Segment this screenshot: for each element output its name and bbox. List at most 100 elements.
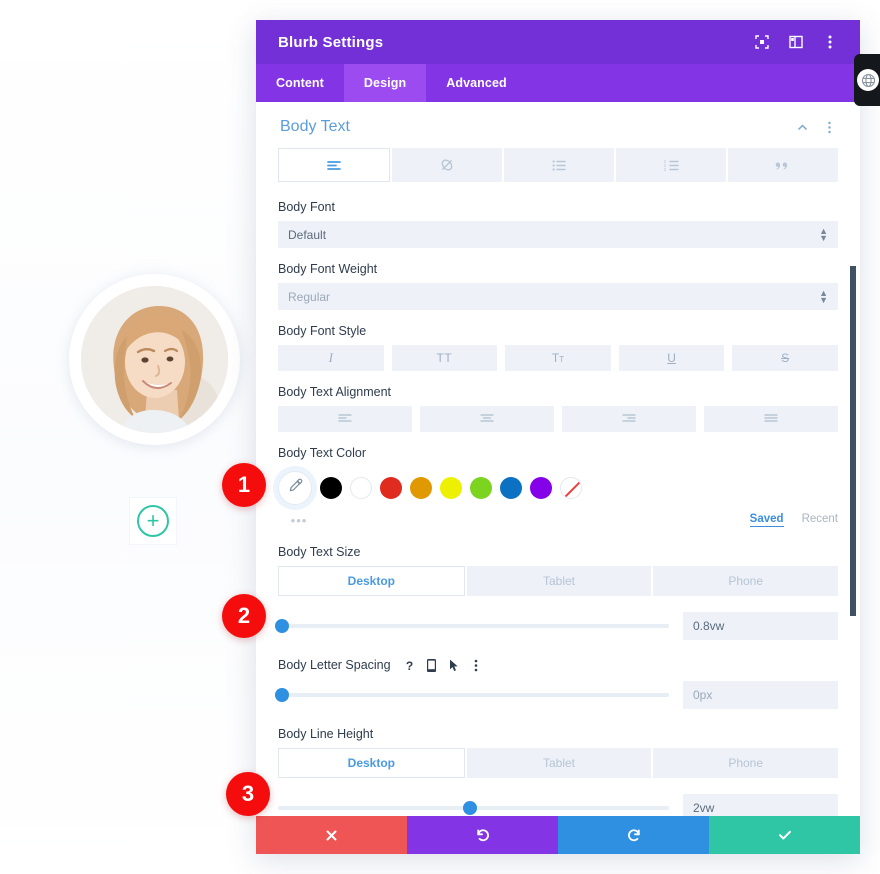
modal-tabbar: Content Design Advanced — [256, 64, 860, 102]
body-text-section-header: Body Text — [278, 102, 838, 148]
ordered-list-icon: 1 2 3 — [663, 159, 680, 172]
svg-text:3: 3 — [663, 167, 666, 172]
align-right-icon — [622, 410, 636, 428]
align-justify-button[interactable] — [704, 406, 838, 432]
body-text-size-slider[interactable] — [274, 619, 669, 633]
slider-track — [278, 693, 669, 698]
body-letter-spacing-label-text: Body Letter Spacing — [278, 658, 391, 672]
swatch-purple[interactable] — [530, 477, 552, 499]
strikethrough-button[interactable]: S — [732, 345, 838, 371]
body-text-size-value-input[interactable]: 0.8vw — [683, 612, 838, 640]
swatch-red[interactable] — [380, 477, 402, 499]
page-title: Blurb Settings — [278, 33, 384, 51]
swatch-none[interactable] — [560, 477, 582, 499]
page-preview-area: + — [0, 0, 256, 874]
device-tab-phone[interactable]: Phone — [653, 566, 839, 596]
device-tab-phone[interactable]: Phone — [653, 748, 839, 779]
hover-cursor-icon[interactable] — [446, 658, 461, 673]
swatch-orange[interactable] — [410, 477, 432, 499]
plus-icon: + — [146, 508, 160, 533]
field-body-line-height: Body Line Height Desktop Tablet Phone 2v… — [278, 727, 839, 816]
swatch-black[interactable] — [320, 477, 342, 499]
responsive-device-icon[interactable] — [424, 658, 439, 673]
body-line-height-label: Body Line Height — [278, 727, 374, 742]
tab-content[interactable]: Content — [256, 64, 344, 102]
swatch-blue[interactable] — [500, 477, 522, 499]
device-tab-tablet[interactable]: Tablet — [466, 748, 652, 779]
field-body-font-weight: Body Font Weight Regular ▲ ▼ — [278, 262, 838, 310]
uppercase-icon: TT — [436, 351, 453, 365]
toggle-ordered-list[interactable]: 1 2 3 — [616, 148, 726, 182]
annotation-badge-3: 3 — [226, 772, 270, 816]
cancel-button[interactable] — [256, 816, 407, 854]
body-letter-spacing-value: 0px — [693, 688, 713, 703]
body-line-height-slider[interactable] — [278, 801, 669, 816]
body-font-weight-select[interactable]: Regular ▲ ▼ — [278, 283, 838, 310]
globe-icon[interactable] — [857, 69, 879, 91]
align-left-button[interactable] — [278, 406, 412, 432]
slider-thumb[interactable] — [462, 801, 477, 816]
toggle-link[interactable] — [392, 148, 502, 182]
chevron-updown-icon: ▲ ▼ — [819, 287, 828, 305]
body-line-height-value-input[interactable]: 2vw — [683, 794, 838, 816]
underline-button[interactable]: U — [618, 345, 725, 371]
eyedropper-icon — [288, 478, 303, 498]
body-letter-spacing-slider[interactable] — [274, 688, 669, 703]
saved-colors-tab[interactable]: Saved — [749, 513, 784, 527]
body-text-color-label: Body Text Color — [278, 446, 367, 460]
body-font-select[interactable]: Default ▲ ▼ — [278, 221, 838, 248]
more-vertical-icon[interactable] — [822, 34, 838, 50]
device-tab-tablet[interactable]: Tablet — [466, 566, 652, 596]
color-more-dots-button[interactable]: ••• — [278, 513, 320, 528]
help-icon[interactable]: ? — [402, 658, 417, 673]
modal-scrollbar[interactable] — [850, 266, 856, 616]
toggle-blockquote[interactable] — [728, 148, 838, 182]
save-button[interactable] — [709, 816, 860, 854]
device-tab-desktop[interactable]: Desktop — [278, 748, 465, 779]
body-text-size-device-tabs: Desktop Tablet Phone — [278, 566, 839, 596]
field-body-letter-spacing: Body Letter Spacing ? 0px — [274, 658, 838, 710]
more-vertical-icon[interactable] — [468, 658, 483, 673]
screen-root: + Blurb Settings Content Design Advanced… — [0, 0, 880, 874]
header-icon-group — [754, 34, 838, 50]
swatch-green[interactable] — [470, 477, 492, 499]
add-module-button[interactable]: + — [137, 505, 169, 537]
section-more-vertical-icon[interactable] — [823, 121, 836, 134]
body-text-alignment-group — [278, 406, 838, 432]
italic-button[interactable]: I — [278, 345, 384, 371]
chevron-up-icon[interactable] — [796, 121, 809, 134]
body-letter-spacing-slider-row: 0px — [274, 681, 838, 710]
link-icon — [439, 157, 455, 173]
redo-button[interactable] — [558, 816, 709, 854]
italic-icon: I — [328, 350, 333, 365]
undo-button[interactable] — [407, 816, 558, 854]
toggle-paragraph[interactable] — [278, 148, 390, 182]
align-right-button[interactable] — [562, 406, 696, 432]
field-body-text-color: Body Text Color ••• Saved Recent — [278, 446, 838, 531]
layout-split-icon[interactable] — [788, 34, 804, 50]
chevron-updown-icon: ▲ ▼ — [819, 225, 828, 243]
swatch-white[interactable] — [350, 477, 372, 499]
slider-thumb[interactable] — [274, 688, 289, 703]
fullscreen-icon[interactable] — [754, 34, 770, 50]
field-body-text-size: Body Text Size Desktop Tablet Phone 0.8v… — [274, 545, 839, 640]
smallcaps-button[interactable]: TT — [505, 345, 611, 371]
body-line-height-device-tabs: Desktop Tablet Phone — [278, 748, 839, 779]
tab-advanced[interactable]: Advanced — [426, 64, 527, 102]
recent-colors-tab[interactable]: Recent — [802, 513, 838, 527]
body-font-weight-value: Regular — [288, 289, 331, 304]
body-text-size-slider-row: 0.8vw — [274, 612, 838, 640]
tab-design[interactable]: Design — [343, 64, 427, 102]
slider-thumb[interactable] — [274, 619, 289, 633]
device-tab-desktop[interactable]: Desktop — [278, 566, 465, 596]
paragraph-icon — [326, 159, 342, 172]
modal-header: Blurb Settings — [256, 20, 860, 64]
undo-icon — [475, 827, 491, 843]
toggle-unordered-list[interactable] — [504, 148, 614, 182]
align-center-button[interactable] — [420, 406, 554, 432]
edge-toolbar-widget[interactable] — [854, 54, 880, 106]
body-letter-spacing-value-input[interactable]: 0px — [683, 681, 838, 710]
eyedropper-button[interactable] — [278, 471, 312, 505]
uppercase-button[interactable]: TT — [391, 345, 498, 371]
swatch-yellow[interactable] — [440, 477, 462, 499]
